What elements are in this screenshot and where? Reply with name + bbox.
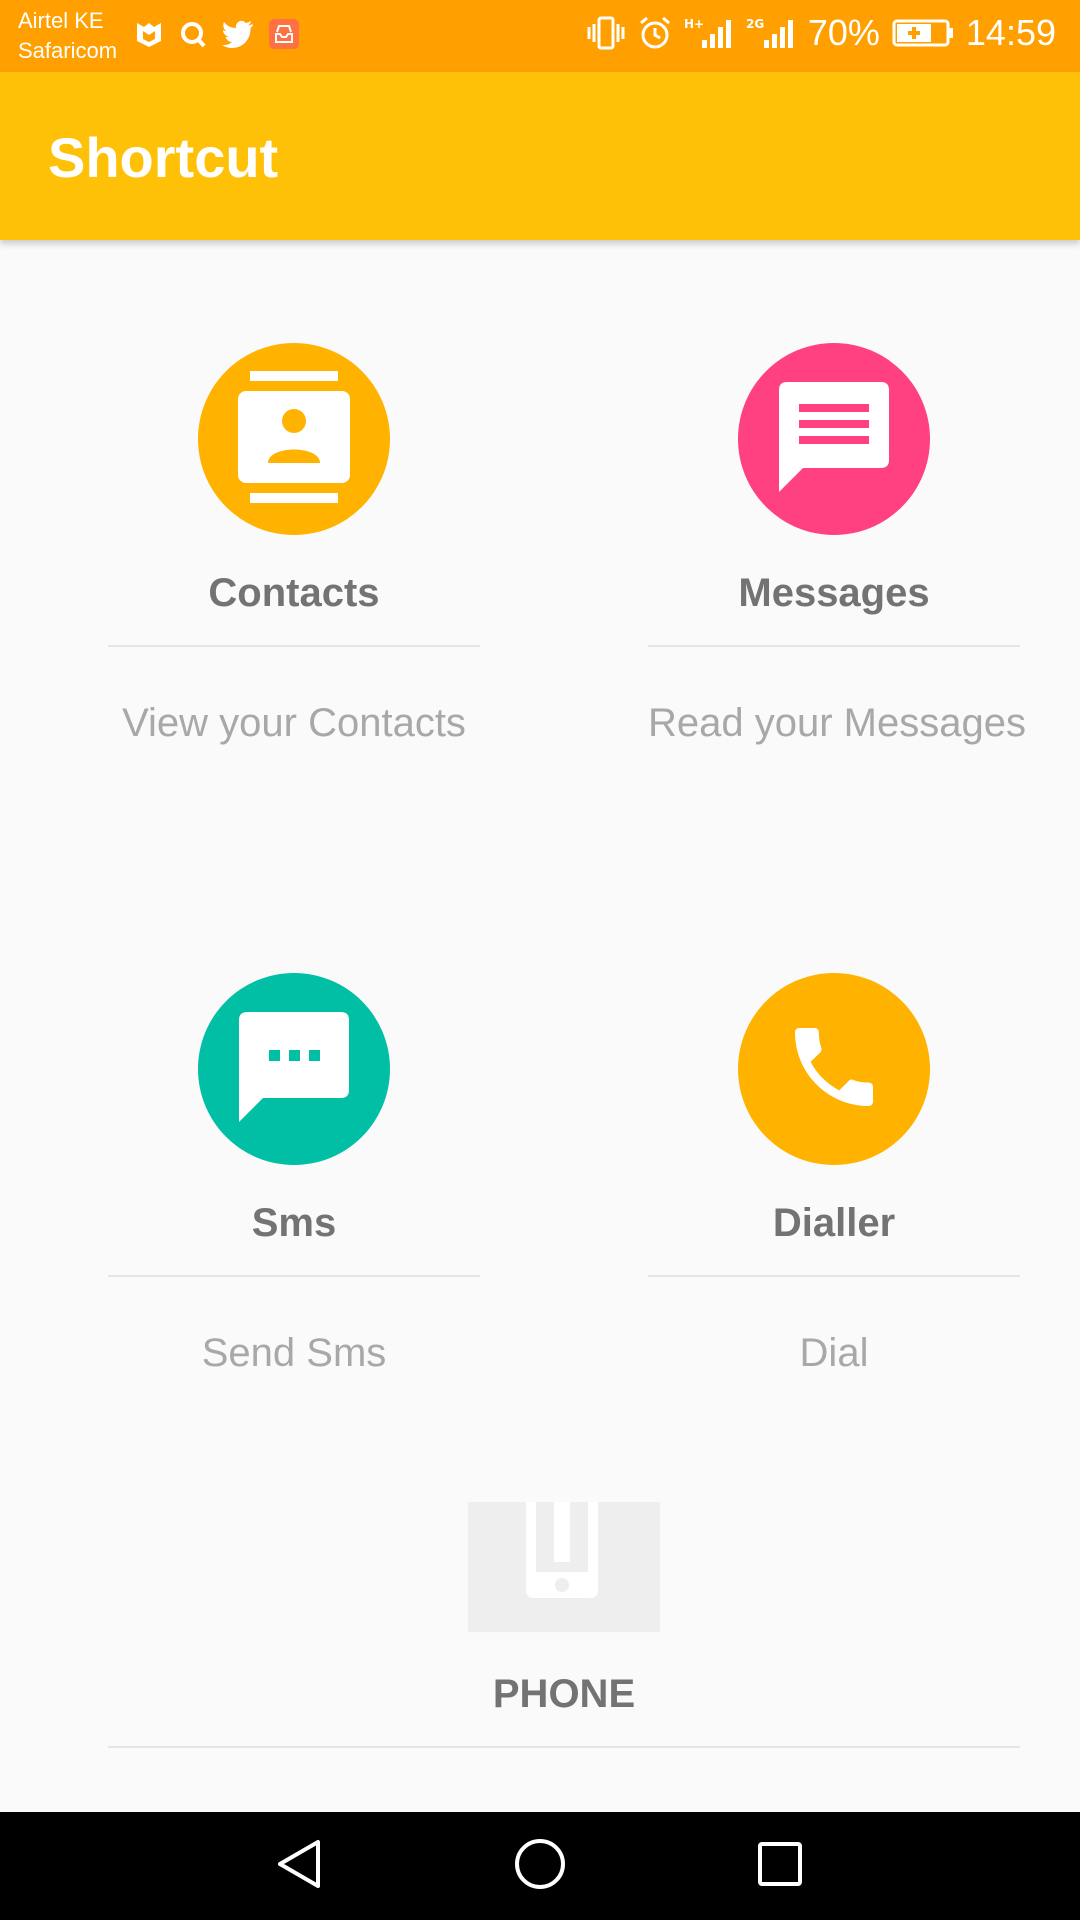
inbox-icon [268, 18, 300, 50]
contacts-subtitle: View your Contacts [122, 701, 466, 745]
contacts-tile[interactable]: Contacts View your Contacts [108, 343, 480, 747]
phone-divider [108, 1746, 1020, 1748]
q-icon [178, 19, 208, 49]
sms-icon [239, 1011, 349, 1127]
app-bar: Shortcut [0, 72, 1080, 240]
dialler-subtitle: Dial [799, 1331, 869, 1375]
navigation-bar [0, 1812, 1080, 1920]
home-button[interactable] [510, 1836, 570, 1896]
svg-text:H+: H+ [684, 17, 704, 31]
sms-subtitle: Send Sms [201, 1331, 387, 1375]
home-icon [514, 1838, 566, 1895]
contacts-divider [108, 645, 480, 647]
dialler-title: Dialler [772, 1201, 896, 1245]
messages-title: Messages [738, 571, 930, 615]
sms-tile[interactable]: Sms Send Sms [108, 973, 480, 1377]
recents-icon [757, 1841, 803, 1892]
phone-tile[interactable]: PHONE [108, 1502, 1020, 1748]
back-button[interactable] [270, 1836, 330, 1896]
messages-tile[interactable]: Messages Read your Messages [648, 343, 1026, 747]
messages-subtitle: Read your Messages [648, 701, 1026, 745]
contacts-icon [238, 370, 350, 508]
back-icon [276, 1839, 324, 1894]
signal-hplus-icon: H+ [684, 16, 734, 50]
phone-image[interactable] [468, 1502, 660, 1632]
carrier-primary: Airtel KE [18, 8, 104, 33]
app-title: Shortcut [48, 126, 279, 189]
alarm-icon [638, 16, 672, 50]
contacts-icon-circle[interactable] [198, 343, 390, 535]
vibrate-icon [586, 16, 626, 50]
carrier-secondary: Safaricom [18, 38, 118, 63]
clock: 14:59 [965, 12, 1056, 53]
phone-device-icon [526, 1502, 598, 1603]
notification-icons [134, 18, 300, 50]
sms-title: Sms [251, 1201, 337, 1245]
system-status-icons: H+ 2G 70% 14:59 [586, 12, 1056, 54]
svg-text:2G: 2G [746, 17, 764, 31]
recents-button[interactable] [750, 1836, 810, 1896]
contacts-title: Contacts [208, 571, 380, 615]
sms-divider [108, 1275, 480, 1277]
dialler-divider [648, 1275, 1020, 1277]
messages-icon-circle[interactable] [738, 343, 930, 535]
status-bar: Airtel KE Safaricom H+ 2G 70% 14:59 [0, 0, 1080, 72]
sms-icon-circle[interactable] [198, 973, 390, 1165]
carrier-names: Airtel KE Safaricom [18, 6, 117, 66]
messages-divider [648, 645, 1020, 647]
mcafee-icon [134, 19, 164, 49]
phone-title: PHONE [492, 1672, 636, 1716]
twitter-icon [222, 20, 254, 48]
dialler-tile[interactable]: Dialler Dial [648, 973, 1020, 1377]
phone-call-icon [782, 1015, 886, 1124]
signal-2g-icon: 2G [746, 16, 796, 50]
dialler-icon-circle[interactable] [738, 973, 930, 1165]
battery-charging-icon [892, 18, 954, 48]
message-icon [779, 381, 889, 497]
battery-percent: 70% [807, 12, 880, 53]
